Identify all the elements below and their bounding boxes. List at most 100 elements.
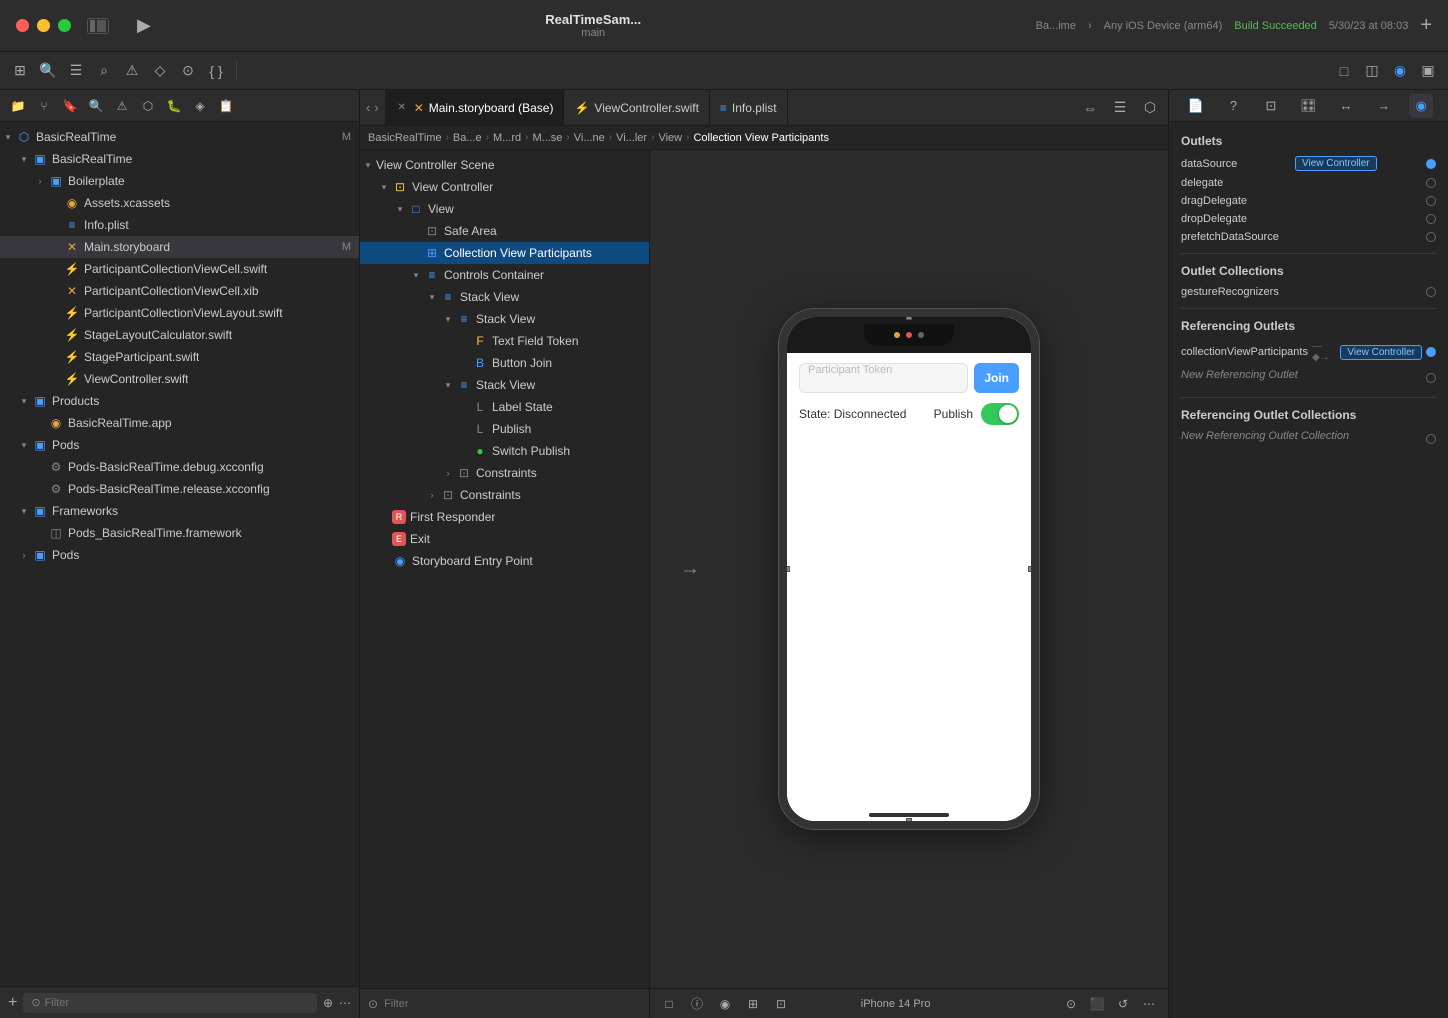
resize-handle-left[interactable] — [784, 566, 790, 572]
close-button[interactable] — [16, 19, 29, 32]
resize-handle-top[interactable] — [906, 314, 912, 320]
sidebar-item-pods-folder[interactable]: ▾ ▣ Pods — [0, 434, 359, 456]
canvas-tool-1[interactable]: □ — [658, 993, 680, 1015]
scene-item-stack-view-2[interactable]: ▾ ≡ Stack View — [360, 308, 649, 330]
scene-item-exit[interactable]: E Exit — [360, 528, 649, 550]
scene-item-label-publish[interactable]: L Publish — [360, 418, 649, 440]
bookmark-icon[interactable]: 🔖 — [60, 96, 80, 116]
breadcrumb-mse[interactable]: M...se — [532, 132, 562, 144]
outlet-dot-new-ref[interactable] — [1426, 373, 1436, 383]
outlet-dot-datasource[interactable] — [1426, 159, 1436, 169]
connections-active-icon[interactable]: ◉ — [1409, 94, 1433, 118]
sidebar-item-info-plist[interactable]: ≡ Info.plist — [0, 214, 359, 236]
hierarchy-icon[interactable]: ☰ — [64, 59, 88, 83]
sidebar-right-icon[interactable]: ▣ — [1416, 59, 1440, 83]
sidebar-item-participant-layout[interactable]: ⚡ ParticipantCollectionViewLayout.swift — [0, 302, 359, 324]
sidebar-item-basicrealtime-folder[interactable]: ▾ ▣ BasicRealTime — [0, 148, 359, 170]
scene-item-vc-scene[interactable]: ▾ View Controller Scene — [360, 154, 649, 176]
breakpoints-icon[interactable]: ◈ — [190, 96, 210, 116]
sidebar-item-frameworks[interactable]: ▾ ▣ Frameworks — [0, 500, 359, 522]
sidebar-item-main-storyboard[interactable]: ✕ Main.storyboard M — [0, 236, 359, 258]
sidebar-item-pods-release[interactable]: ⚙ Pods-BasicRealTime.release.xcconfig — [0, 478, 359, 500]
outlet-dot-prefetch[interactable] — [1426, 232, 1436, 242]
canvas-tool-4[interactable]: ⊞ — [742, 993, 764, 1015]
breadcrumb-viler[interactable]: Vi...ler — [616, 132, 647, 144]
canvas-fit-icon[interactable]: ⬛ — [1086, 993, 1108, 1015]
scene-item-stack-view-1[interactable]: ▾ ≡ Stack View — [360, 286, 649, 308]
editor-options-icon[interactable]: ☰ — [1108, 96, 1132, 120]
scene-item-switch-publish[interactable]: ● Switch Publish — [360, 440, 649, 462]
breadcrumb-mrd[interactable]: M...rd — [493, 132, 521, 144]
right-icon-3[interactable]: ◉ — [1388, 59, 1412, 83]
grid-icon[interactable]: ⊞ — [8, 59, 32, 83]
breadcrumb-view[interactable]: View — [658, 132, 682, 144]
outlet-dot-new-ref-collection[interactable] — [1426, 434, 1436, 444]
maximize-button[interactable] — [58, 19, 71, 32]
scene-item-collection-view[interactable]: ⊞ Collection View Participants — [360, 242, 649, 264]
outlet-dot-delegate[interactable] — [1426, 178, 1436, 188]
tab-info-plist[interactable]: ≡ Info.plist — [710, 90, 788, 126]
sidebar-item-boilerplate[interactable]: › ▣ Boilerplate — [0, 170, 359, 192]
resize-handle-right[interactable] — [1028, 566, 1034, 572]
scene-item-button-join[interactable]: B Button Join — [360, 352, 649, 374]
sidebar-item-basicrealtime-root[interactable]: ▾ ⬡ BasicRealTime M — [0, 126, 359, 148]
sidebar-toggle[interactable] — [87, 18, 109, 34]
resize-handle-bottom[interactable] — [906, 818, 912, 824]
sidebar-settings-icon[interactable]: ⊕ — [323, 996, 333, 1010]
sidebar-item-participant-cell-xib[interactable]: ✕ ParticipantCollectionViewCell.xib — [0, 280, 359, 302]
sidebar-item-stage-participant[interactable]: ⚡ StageParticipant.swift — [0, 346, 359, 368]
sidebar-item-assets[interactable]: ◉ Assets.xcassets — [0, 192, 359, 214]
sidebar-item-products[interactable]: ▾ ▣ Products — [0, 390, 359, 412]
sidebar-item-pods-debug[interactable]: ⚙ Pods-BasicRealTime.debug.xcconfig — [0, 456, 359, 478]
outlet-dot-gesture[interactable] — [1426, 287, 1436, 297]
canvas-tool-5[interactable]: ⊡ — [770, 993, 792, 1015]
tab-viewcontroller-swift[interactable]: ⚡ ViewController.swift — [564, 90, 709, 126]
sidebar-item-pods-root[interactable]: › ▣ Pods — [0, 544, 359, 566]
canvas-tool-3[interactable]: ◉ — [714, 993, 736, 1015]
right-icon-2[interactable]: ◫ — [1360, 59, 1384, 83]
join-button[interactable]: Join — [974, 363, 1019, 393]
source-control-icon[interactable]: ⑂ — [34, 96, 54, 116]
sidebar-item-stage-calc[interactable]: ⚡ StageLayoutCalculator.swift — [0, 324, 359, 346]
add-file-icon[interactable]: + — [8, 994, 17, 1012]
scene-item-first-responder[interactable]: R First Responder — [360, 506, 649, 528]
scene-item-controls-container[interactable]: ▾ ≡ Controls Container — [360, 264, 649, 286]
test-icon[interactable]: ⬡ — [138, 96, 158, 116]
scene-item-stack-view-3[interactable]: ▾ ≡ Stack View — [360, 374, 649, 396]
publish-toggle[interactable] — [981, 403, 1019, 425]
scene-item-constraints-1[interactable]: › ⊡ Constraints — [360, 462, 649, 484]
breadcrumb-ba[interactable]: Ba...e — [453, 132, 482, 144]
scene-filter-input[interactable] — [384, 998, 641, 1010]
breadcrumb-vine[interactable]: Vi...ne — [574, 132, 605, 144]
participant-token-input[interactable]: Participant Token — [799, 363, 968, 393]
size-inspector-icon[interactable]: ↔ — [1334, 94, 1358, 118]
sidebar-filter-input[interactable] — [41, 993, 309, 1013]
search-toolbar-icon[interactable]: ⌕ — [92, 59, 116, 83]
scene-item-storyboard-entry-point[interactable]: ◉ Storyboard Entry Point — [360, 550, 649, 572]
scene-item-constraints-2[interactable]: › ⊡ Constraints — [360, 484, 649, 506]
sidebar-item-app[interactable]: ◉ BasicRealTime.app — [0, 412, 359, 434]
file-inspector-icon[interactable]: 📄 — [1184, 94, 1208, 118]
warning-icon[interactable]: ⚠ — [120, 59, 144, 83]
scene-item-view-controller[interactable]: ▾ ⊡ View Controller — [360, 176, 649, 198]
right-icon-1[interactable]: □ — [1332, 59, 1356, 83]
scene-item-view[interactable]: ▾ □ View — [360, 198, 649, 220]
canvas-options-icon[interactable]: ⬡ — [1138, 96, 1162, 120]
canvas-more-icon[interactable]: ⋯ — [1138, 993, 1160, 1015]
inspector-icon[interactable]: 🔍 — [36, 59, 60, 83]
add-button[interactable]: + — [1420, 14, 1432, 37]
search-sidebar-icon[interactable]: 🔍 — [86, 96, 106, 116]
breadcrumb-collection-view[interactable]: Collection View Participants — [693, 132, 829, 144]
breadcrumb-basicrealtime[interactable]: BasicRealTime — [368, 132, 442, 144]
sidebar-item-framework[interactable]: ◫ Pods_BasicRealTime.framework — [0, 522, 359, 544]
quick-help-icon[interactable]: ? — [1221, 94, 1245, 118]
attributes-inspector-icon[interactable]: 🎛 — [1296, 94, 1320, 118]
split-editor-icon[interactable]: ⇔ — [1078, 96, 1102, 120]
minimize-button[interactable] — [37, 19, 50, 32]
back-arrow[interactable]: ‹ — [366, 100, 370, 115]
canvas-zoom-icon[interactable]: ⊙ — [1060, 993, 1082, 1015]
scene-item-safe-area[interactable]: ⊡ Safe Area — [360, 220, 649, 242]
identity-inspector-icon[interactable]: ⊡ — [1259, 94, 1283, 118]
report-icon[interactable]: 📋 — [216, 96, 236, 116]
outlet-dot-cvp[interactable] — [1426, 347, 1436, 357]
